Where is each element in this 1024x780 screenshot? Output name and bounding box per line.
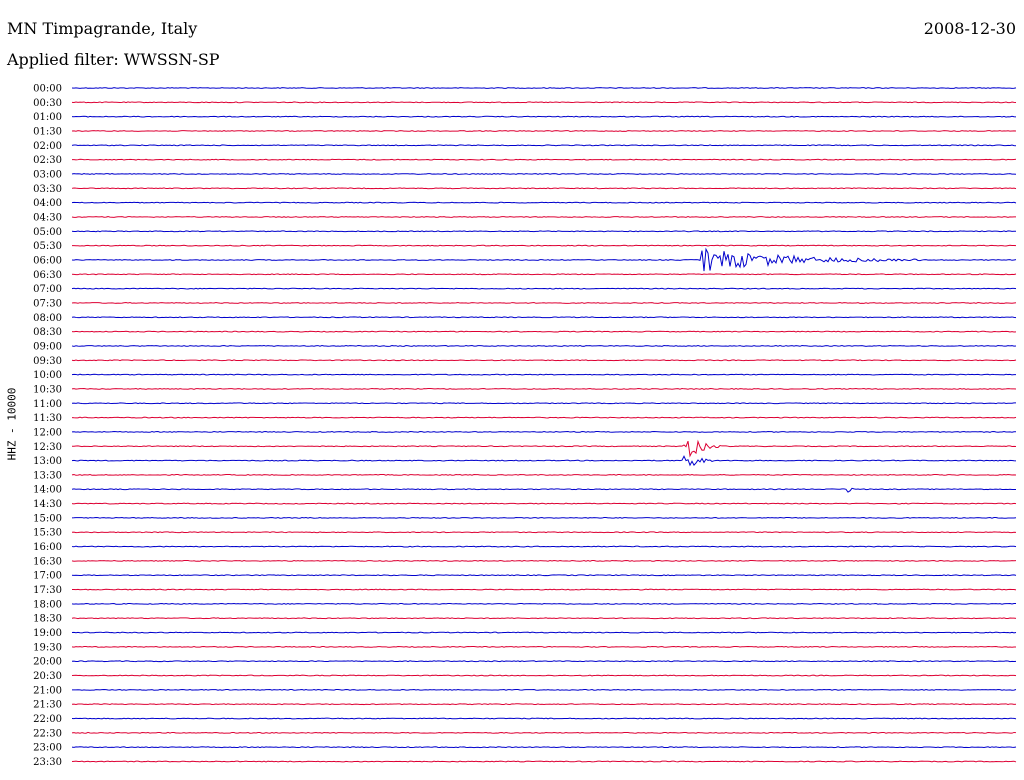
trace-2130	[71, 703, 1017, 706]
trace-0300	[71, 173, 1017, 175]
trace-1600	[71, 545, 1017, 548]
trace-0330	[71, 187, 1017, 190]
tick-label-0200: 02:00	[33, 141, 62, 152]
trace-1800	[71, 602, 1016, 605]
trace-1730	[71, 588, 1017, 591]
trace-1530	[71, 531, 1017, 534]
trace-0730	[71, 302, 1017, 304]
tick-label-2330: 23:30	[33, 757, 62, 768]
trace-1100	[71, 402, 1017, 405]
trace-0530	[71, 244, 1017, 247]
trace-1830	[71, 617, 1017, 620]
tick-label-0230: 02:30	[33, 155, 62, 166]
trace-0630	[71, 273, 1017, 276]
tick-label-1430: 14:30	[33, 499, 62, 510]
tick-label-0000: 00:00	[33, 84, 62, 95]
trace-2030	[71, 674, 1017, 677]
trace-0700	[71, 287, 1017, 290]
tick-label-0730: 07:30	[33, 298, 62, 309]
tick-label-1630: 16:30	[33, 556, 62, 567]
tick-label-0030: 00:30	[33, 98, 62, 109]
tick-label-1400: 14:00	[33, 485, 62, 496]
trace-1130	[71, 416, 1017, 419]
trace-1500	[71, 516, 1017, 519]
tick-label-0130: 01:30	[33, 126, 62, 137]
trace-0400	[71, 201, 1017, 204]
tick-label-1730: 17:30	[33, 585, 62, 596]
tick-label-0600: 06:00	[33, 255, 62, 266]
seismogram-plot: 00:00 00:30 01:00 01:30 02:00 02:30 03:00 03:30…	[33, 84, 1017, 768]
trace-0930	[71, 359, 1017, 362]
trace-2300	[71, 746, 1017, 749]
trace-0800	[71, 316, 1017, 319]
tick-label-1700: 17:00	[33, 571, 62, 582]
tick-label-0430: 04:30	[33, 212, 62, 223]
tick-label-2230: 22:30	[33, 728, 62, 739]
trace-2000	[71, 660, 1017, 663]
tick-label-2000: 20:00	[33, 657, 62, 668]
tick-label-2300: 23:00	[33, 743, 62, 754]
tick-label-1200: 12:00	[33, 427, 62, 438]
trace-1330	[71, 473, 1017, 476]
tick-label-2200: 22:00	[33, 714, 62, 725]
trace-1300	[71, 455, 1017, 467]
tick-label-0100: 01:00	[33, 112, 62, 123]
trace-1700	[71, 574, 1017, 577]
tick-label-1330: 13:30	[33, 470, 62, 481]
trace-1930	[71, 645, 1017, 648]
trace-2100	[72, 688, 1017, 691]
trace-1230	[71, 439, 1017, 458]
tick-label-1230: 12:30	[33, 442, 62, 453]
trace-0600	[71, 247, 1017, 272]
tick-label-1900: 19:00	[33, 628, 62, 639]
tick-label-0900: 09:00	[33, 341, 62, 352]
tick-label-0500: 05:00	[33, 227, 62, 238]
trace-2230	[71, 731, 1017, 734]
tick-label-0330: 03:30	[33, 184, 62, 195]
tick-label-1530: 15:30	[33, 528, 62, 539]
tick-label-1130: 11:30	[33, 413, 62, 424]
trace-1900	[71, 631, 1017, 634]
trace-0100	[71, 115, 1017, 118]
trace-1400	[71, 487, 1017, 493]
trace-0000	[71, 87, 1017, 89]
tick-label-0930: 09:30	[33, 356, 62, 367]
tick-label-1930: 19:30	[33, 642, 62, 653]
trace-0500	[71, 230, 1017, 233]
trace-1630	[71, 559, 1017, 562]
trace-0030	[71, 101, 1017, 104]
tick-label-1500: 15:00	[33, 513, 62, 524]
tick-label-1300: 13:00	[33, 456, 62, 467]
trace-0130	[71, 130, 1017, 132]
trace-2200	[71, 717, 1017, 720]
tick-label-2130: 21:30	[33, 700, 62, 711]
tick-label-2100: 21:00	[33, 685, 62, 696]
tick-label-1600: 16:00	[33, 542, 62, 553]
tick-label-0630: 06:30	[33, 270, 62, 281]
tick-label-0530: 05:30	[33, 241, 62, 252]
trace-2330	[71, 760, 1017, 763]
trace-0430	[71, 216, 1017, 218]
tick-label-1800: 18:00	[33, 599, 62, 610]
trace-1430	[71, 502, 1017, 505]
tick-label-0800: 08:00	[33, 313, 62, 324]
tick-label-2030: 20:30	[33, 671, 62, 682]
trace-1000	[71, 373, 1017, 376]
trace-1200	[71, 431, 1017, 433]
tick-label-1030: 10:30	[33, 384, 62, 395]
tick-label-1000: 10:00	[33, 370, 62, 381]
trace-1030	[71, 387, 1017, 390]
tick-label-0700: 07:00	[33, 284, 62, 295]
trace-0830	[71, 330, 1017, 333]
trace-0230	[71, 158, 1017, 161]
trace-0200	[71, 144, 1017, 147]
trace-0900	[71, 345, 1017, 347]
tick-label-0400: 04:00	[33, 198, 62, 209]
tick-label-1830: 18:30	[33, 614, 62, 625]
tick-label-1100: 11:00	[33, 399, 62, 410]
tick-label-0830: 08:30	[33, 327, 62, 338]
tick-label-0300: 03:00	[33, 169, 62, 180]
